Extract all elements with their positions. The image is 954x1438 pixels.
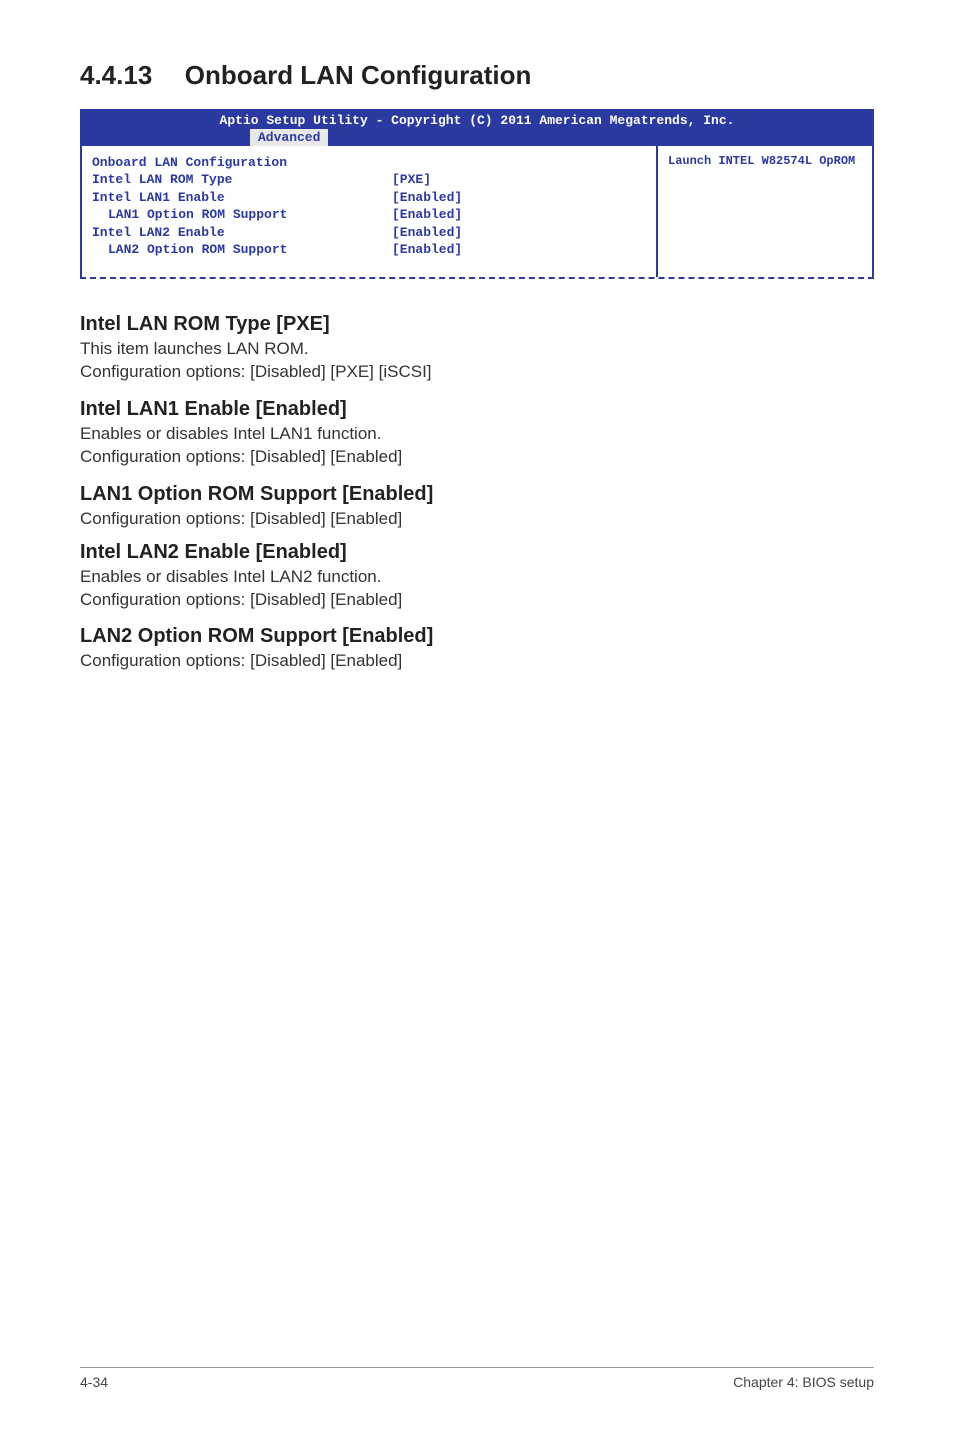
section-header: 4.4.13 Onboard LAN Configuration	[80, 60, 874, 91]
bios-row-label: Intel LAN1 Enable	[92, 189, 392, 207]
subsection: LAN2 Option ROM Support [Enabled] Config…	[80, 625, 874, 673]
subsection-line: Configuration options: [Disabled] [Enabl…	[80, 446, 874, 469]
bios-row: LAN2 Option ROM Support [Enabled]	[92, 241, 644, 259]
bios-row-label: LAN1 Option ROM Support	[92, 206, 392, 224]
bios-row: Intel LAN ROM Type [PXE]	[92, 171, 644, 189]
bios-row-value: [Enabled]	[392, 189, 644, 207]
bios-left-panel: Onboard LAN Configuration Intel LAN ROM …	[80, 146, 656, 277]
subsection: Intel LAN ROM Type [PXE] This item launc…	[80, 313, 874, 384]
bios-row-label: Intel LAN ROM Type	[92, 171, 392, 189]
subsection: Intel LAN2 Enable [Enabled] Enables or d…	[80, 541, 874, 612]
bios-row: LAN1 Option ROM Support [Enabled]	[92, 206, 644, 224]
section-number: 4.4.13	[80, 60, 152, 91]
bios-row-value	[392, 154, 644, 172]
subsection-line: Configuration options: [Disabled] [Enabl…	[80, 589, 874, 612]
bios-row-label: Intel LAN2 Enable	[92, 224, 392, 242]
subsection-line: Enables or disables Intel LAN1 function.	[80, 423, 874, 446]
bios-row: Intel LAN1 Enable [Enabled]	[92, 189, 644, 207]
subsection-line: Configuration options: [Disabled] [PXE] …	[80, 361, 874, 384]
bios-row-value: [Enabled]	[392, 224, 644, 242]
page-footer: 4-34 Chapter 4: BIOS setup	[80, 1367, 874, 1390]
bios-row-value: [PXE]	[392, 171, 644, 189]
subsection-title: Intel LAN2 Enable [Enabled]	[80, 541, 874, 564]
bios-body: Onboard LAN Configuration Intel LAN ROM …	[80, 146, 874, 277]
subsection-line: Configuration options: [Disabled] [Enabl…	[80, 508, 874, 531]
subsection: Intel LAN1 Enable [Enabled] Enables or d…	[80, 398, 874, 469]
bios-row-value: [Enabled]	[392, 241, 644, 259]
bios-titlebar: Aptio Setup Utility - Copyright (C) 2011…	[80, 111, 874, 129]
subsection-title: Intel LAN1 Enable [Enabled]	[80, 398, 874, 421]
bios-row-value: [Enabled]	[392, 206, 644, 224]
subsection-title: LAN2 Option ROM Support [Enabled]	[80, 625, 874, 648]
subsection-line: This item launches LAN ROM.	[80, 338, 874, 361]
subsection-title: LAN1 Option ROM Support [Enabled]	[80, 483, 874, 506]
bios-row-label: Onboard LAN Configuration	[92, 154, 392, 172]
subsection-line: Enables or disables Intel LAN2 function.	[80, 566, 874, 589]
subsection: LAN1 Option ROM Support [Enabled] Config…	[80, 483, 874, 531]
page-number: 4-34	[80, 1374, 108, 1390]
chapter-label: Chapter 4: BIOS setup	[733, 1374, 874, 1390]
section-title: Onboard LAN Configuration	[185, 60, 532, 91]
subsection-line: Configuration options: [Disabled] [Enabl…	[80, 650, 874, 673]
bios-row: Intel LAN2 Enable [Enabled]	[92, 224, 644, 242]
bios-help-panel: Launch INTEL W82574L OpROM	[656, 146, 874, 277]
subsection-title: Intel LAN ROM Type [PXE]	[80, 313, 874, 336]
bios-row-label: LAN2 Option ROM Support	[92, 241, 392, 259]
bios-screenshot: Aptio Setup Utility - Copyright (C) 2011…	[80, 109, 874, 279]
bios-tab-advanced: Advanced	[250, 129, 328, 146]
bios-row: Onboard LAN Configuration	[92, 154, 644, 172]
bios-tabs: Advanced	[80, 129, 874, 146]
